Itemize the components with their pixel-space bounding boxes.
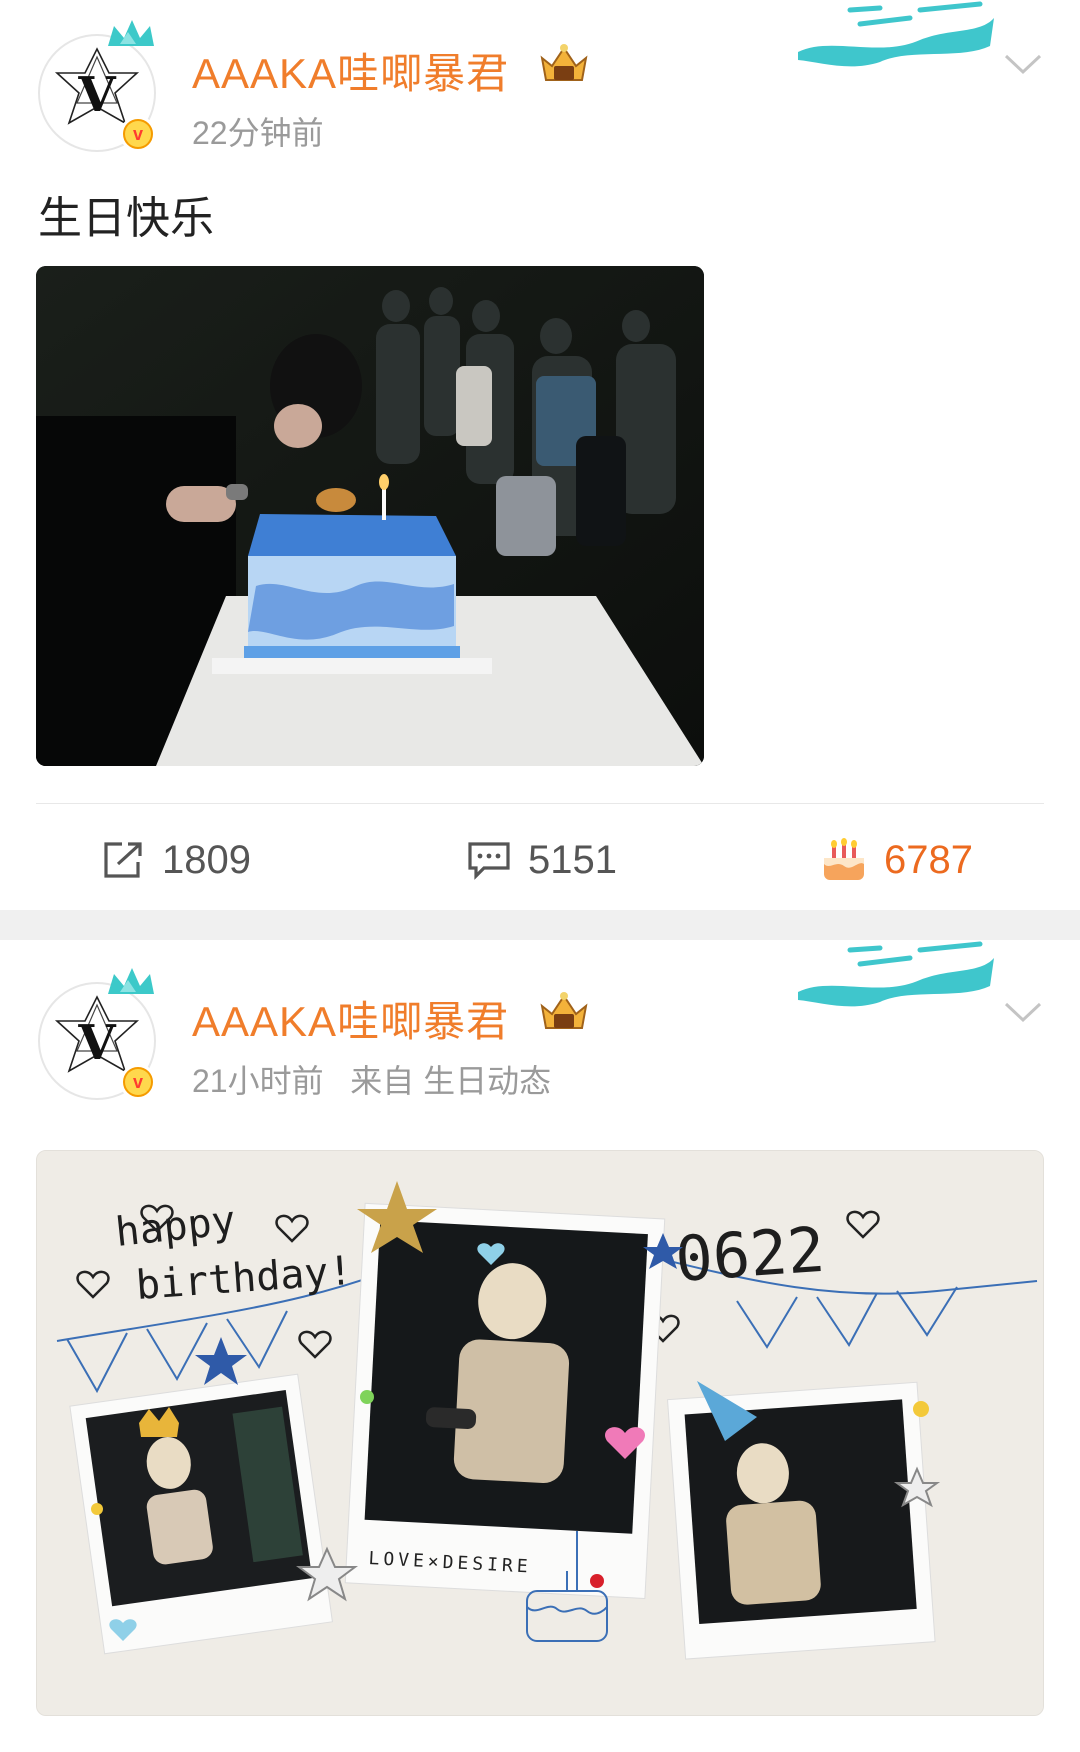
- post-text: 生日快乐: [38, 194, 214, 243]
- crown-deco-icon: [108, 968, 154, 994]
- repost-button[interactable]: 1809: [100, 830, 251, 890]
- like-count: 6787: [884, 837, 973, 882]
- verified-badge-icon: v: [120, 116, 156, 152]
- crown-badge-icon[interactable]: [536, 988, 592, 1036]
- topic-sticker-icon[interactable]: [790, 940, 1000, 1010]
- feed-post-1: V v AAAKA哇唧暴君 22分钟前 生日快乐 1809 5151 6787: [0, 0, 1080, 910]
- username[interactable]: AAAKA哇唧暴君: [192, 988, 509, 1049]
- svg-text:V: V: [77, 1015, 116, 1071]
- avatar[interactable]: V v: [38, 968, 156, 1100]
- repost-count: 1809: [162, 837, 251, 882]
- comment-icon: [468, 842, 510, 880]
- post-image-birthday-cake[interactable]: [36, 266, 704, 766]
- feed-separator: [0, 910, 1080, 940]
- collage-date-text: 0622: [673, 1213, 827, 1296]
- crown-deco-icon: [108, 20, 154, 46]
- repost-icon: [104, 842, 142, 878]
- verified-badge-icon: v: [120, 1064, 156, 1100]
- post-timestamp: 21小时前 来自 生日动态: [192, 1063, 552, 1099]
- username[interactable]: AAAKA哇唧暴君: [192, 40, 509, 101]
- topic-sticker-icon[interactable]: [790, 0, 1000, 70]
- divider: [36, 803, 1044, 804]
- avatar[interactable]: V v: [38, 20, 156, 152]
- svg-text:V: V: [77, 67, 116, 123]
- like-button[interactable]: 6787: [820, 830, 973, 890]
- cake-like-icon: [824, 838, 864, 880]
- post-image-birthday-collage[interactable]: happy birthday! 0622 LOVE×DESIRE: [36, 1150, 1044, 1716]
- post-timestamp: 22分钟前: [192, 115, 324, 151]
- comment-count: 5151: [528, 837, 617, 882]
- chevron-down-icon[interactable]: [1002, 996, 1044, 1026]
- chevron-down-icon[interactable]: [1002, 48, 1044, 78]
- comment-button[interactable]: 5151: [466, 830, 617, 890]
- crown-badge-icon[interactable]: [536, 40, 592, 88]
